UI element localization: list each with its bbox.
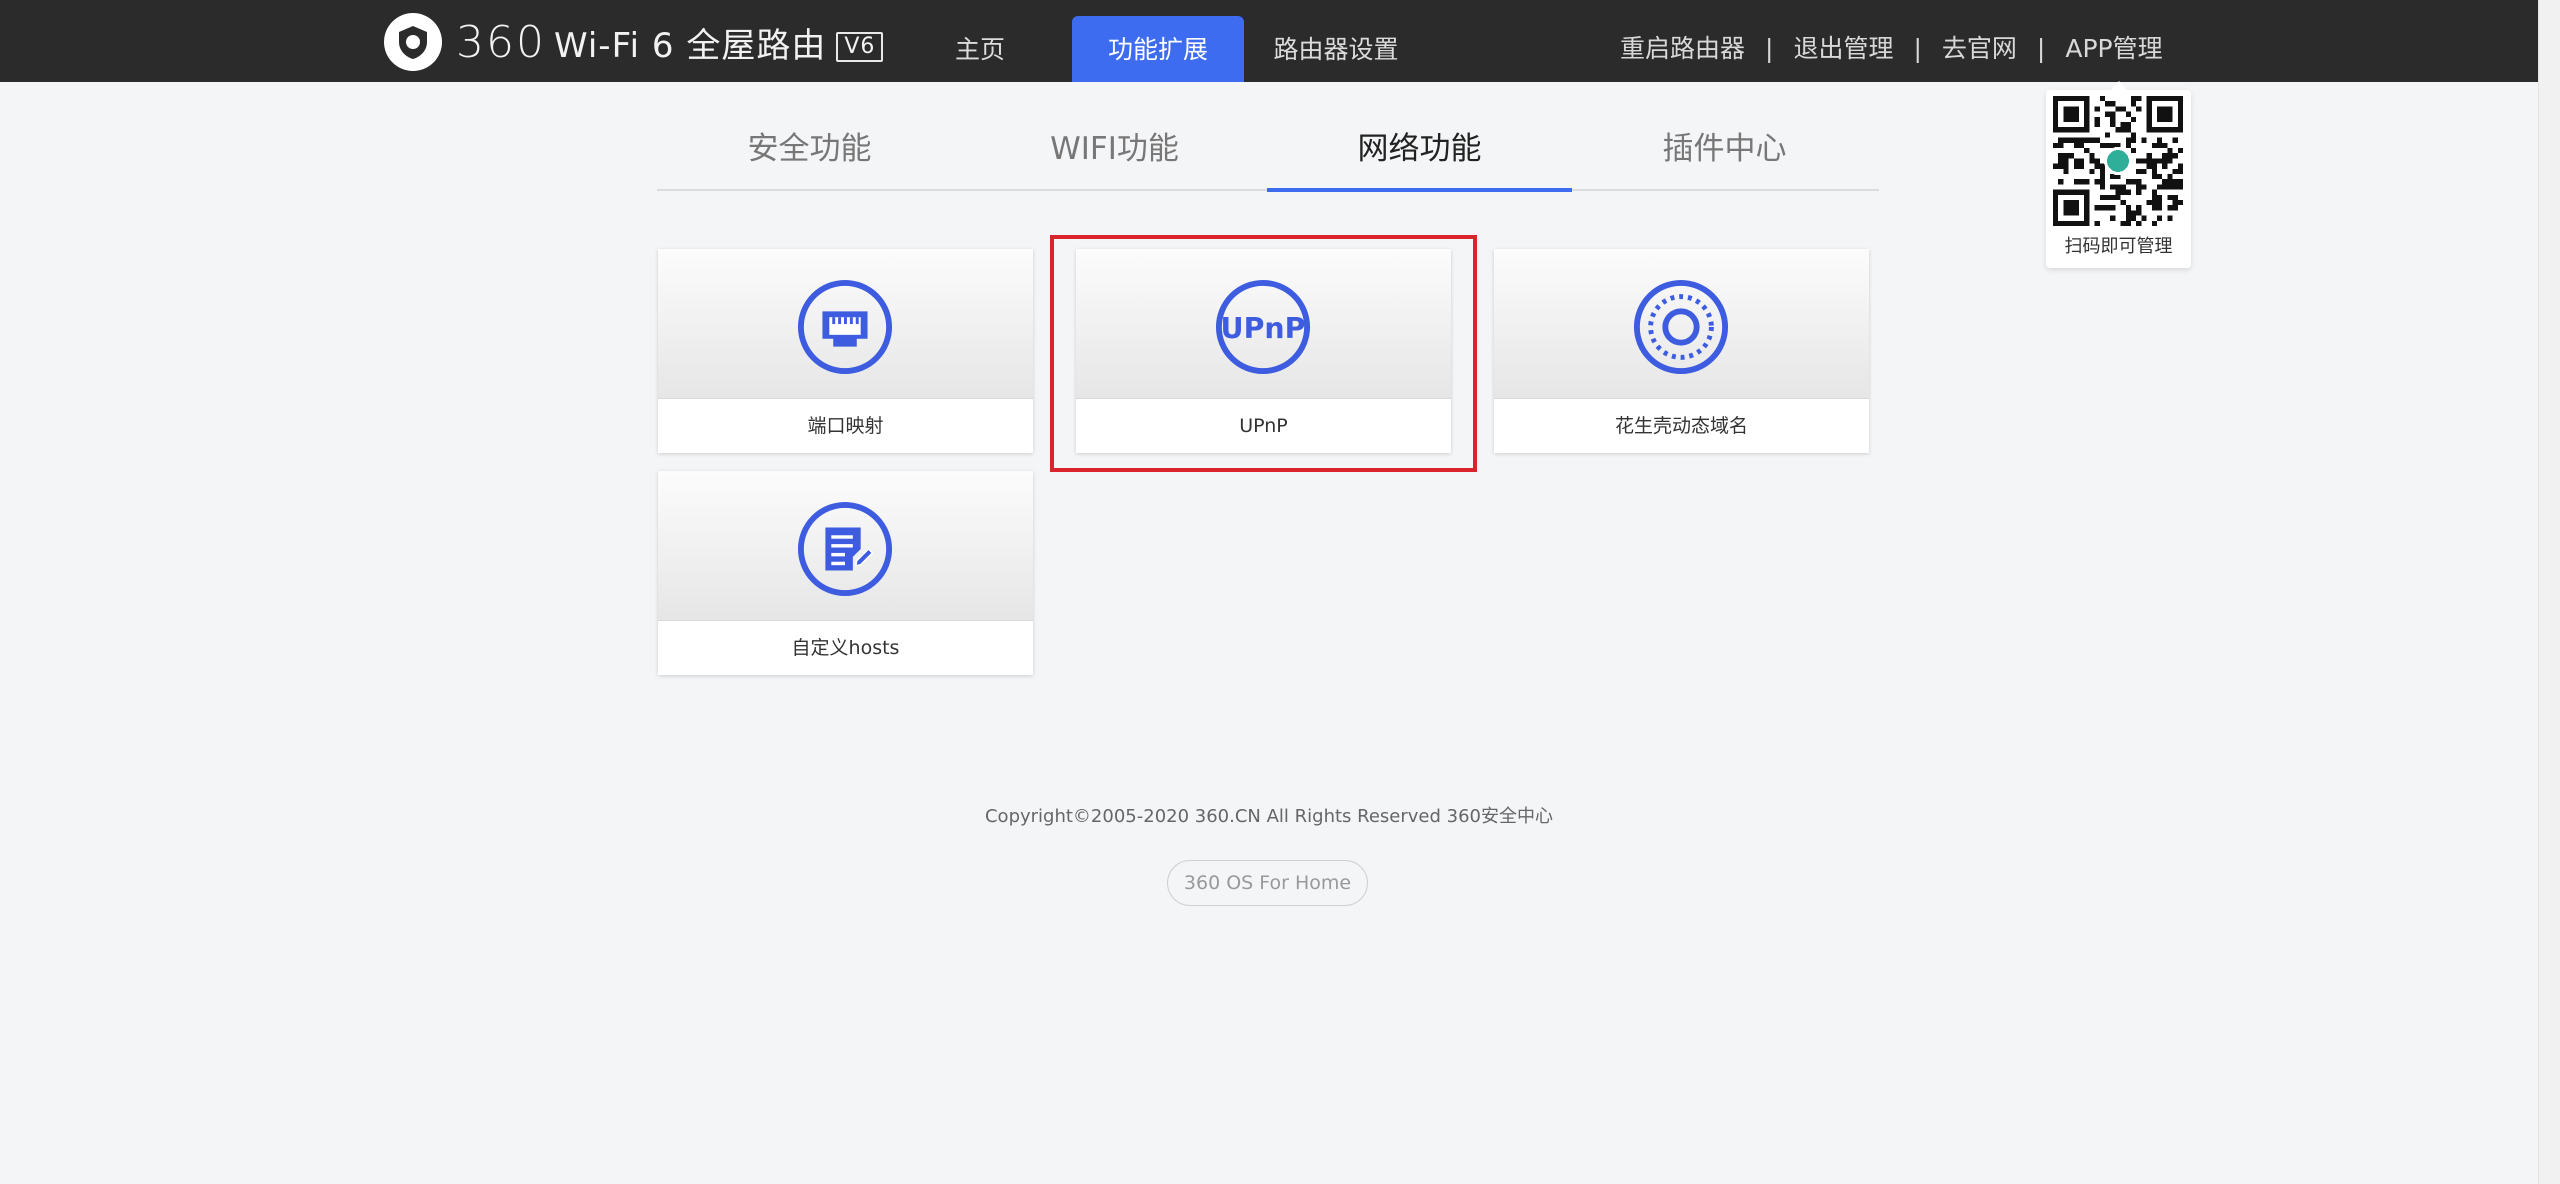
app-management-link[interactable]: APP管理: [2065, 15, 2162, 83]
feature-tabs: 安全功能 WIFI功能 网络功能 插件中心: [657, 116, 1879, 192]
copyright-text: Copyright©2005-2020 360.CN All Rights Re…: [984, 806, 1553, 827]
page-scrollbar[interactable]: [2538, 0, 2560, 1184]
edit-document-icon: [797, 501, 893, 597]
peanut-shell-ddns-icon: [1633, 279, 1729, 375]
shield-logo-icon: [384, 13, 442, 71]
link-separator: |: [1913, 34, 1922, 63]
svg-text:UPnP: UPnP: [1221, 312, 1306, 345]
card-label: 自定义hosts: [791, 637, 900, 659]
tab-network[interactable]: 网络功能: [1267, 116, 1572, 192]
upnp-icon: UPnP: [1215, 279, 1311, 375]
brand-number: 360: [456, 16, 546, 68]
card-label: 花生壳动态域名: [1614, 415, 1748, 437]
card-label: UPnP: [1239, 415, 1288, 437]
version-badge: V6: [836, 32, 884, 62]
qr-popup: 扫码即可管理: [2046, 81, 2191, 268]
card-icon-area: [658, 471, 1033, 621]
card-peanut-ddns[interactable]: 花生壳动态域名: [1494, 249, 1869, 453]
card-icon-area: UPnP: [1076, 249, 1451, 399]
nav-home[interactable]: 主页: [945, 16, 1015, 82]
os-badge-button[interactable]: 360 OS For Home: [1167, 860, 1368, 906]
tab-plugins[interactable]: 插件中心: [1572, 116, 1877, 189]
restart-router-link[interactable]: 重启路由器: [1620, 15, 1745, 83]
top-navigation-bar: 360 Wi-Fi 6 全屋路由 V6 主页 功能扩展 路由器设置 重启路由器 | …: [0, 0, 2538, 82]
card-icon-area: [658, 249, 1033, 399]
top-links: 重启路由器 | 退出管理 | 去官网 | APP管理: [1620, 16, 2163, 82]
tab-security[interactable]: 安全功能: [657, 116, 962, 189]
card-upnp[interactable]: UPnP UPnP: [1076, 249, 1451, 453]
card-custom-hosts[interactable]: 自定义hosts: [658, 471, 1033, 675]
card-label: 端口映射: [807, 415, 884, 437]
official-site-link[interactable]: 去官网: [1942, 15, 2017, 83]
brand-name: 360 Wi-Fi 6 全屋路由 V6: [456, 16, 884, 68]
link-separator: |: [2036, 34, 2046, 63]
brand-text: Wi-Fi 6 全屋路由: [553, 25, 827, 66]
logout-link[interactable]: 退出管理: [1793, 15, 1893, 83]
ethernet-port-icon: [797, 279, 893, 375]
qr-code-icon: [2053, 96, 2183, 226]
card-port-mapping[interactable]: 端口映射: [658, 249, 1033, 453]
link-separator: |: [1765, 34, 1774, 63]
tab-wifi[interactable]: WIFI功能: [962, 116, 1267, 189]
nav-router-settings[interactable]: 路由器设置: [1268, 16, 1404, 82]
qr-caption: 扫码即可管理: [2064, 236, 2173, 257]
nav-feature-extension[interactable]: 功能扩展: [1072, 16, 1244, 82]
brand-logo[interactable]: 360 Wi-Fi 6 全屋路由 V6: [384, 13, 884, 71]
card-icon-area: [1494, 249, 1869, 399]
